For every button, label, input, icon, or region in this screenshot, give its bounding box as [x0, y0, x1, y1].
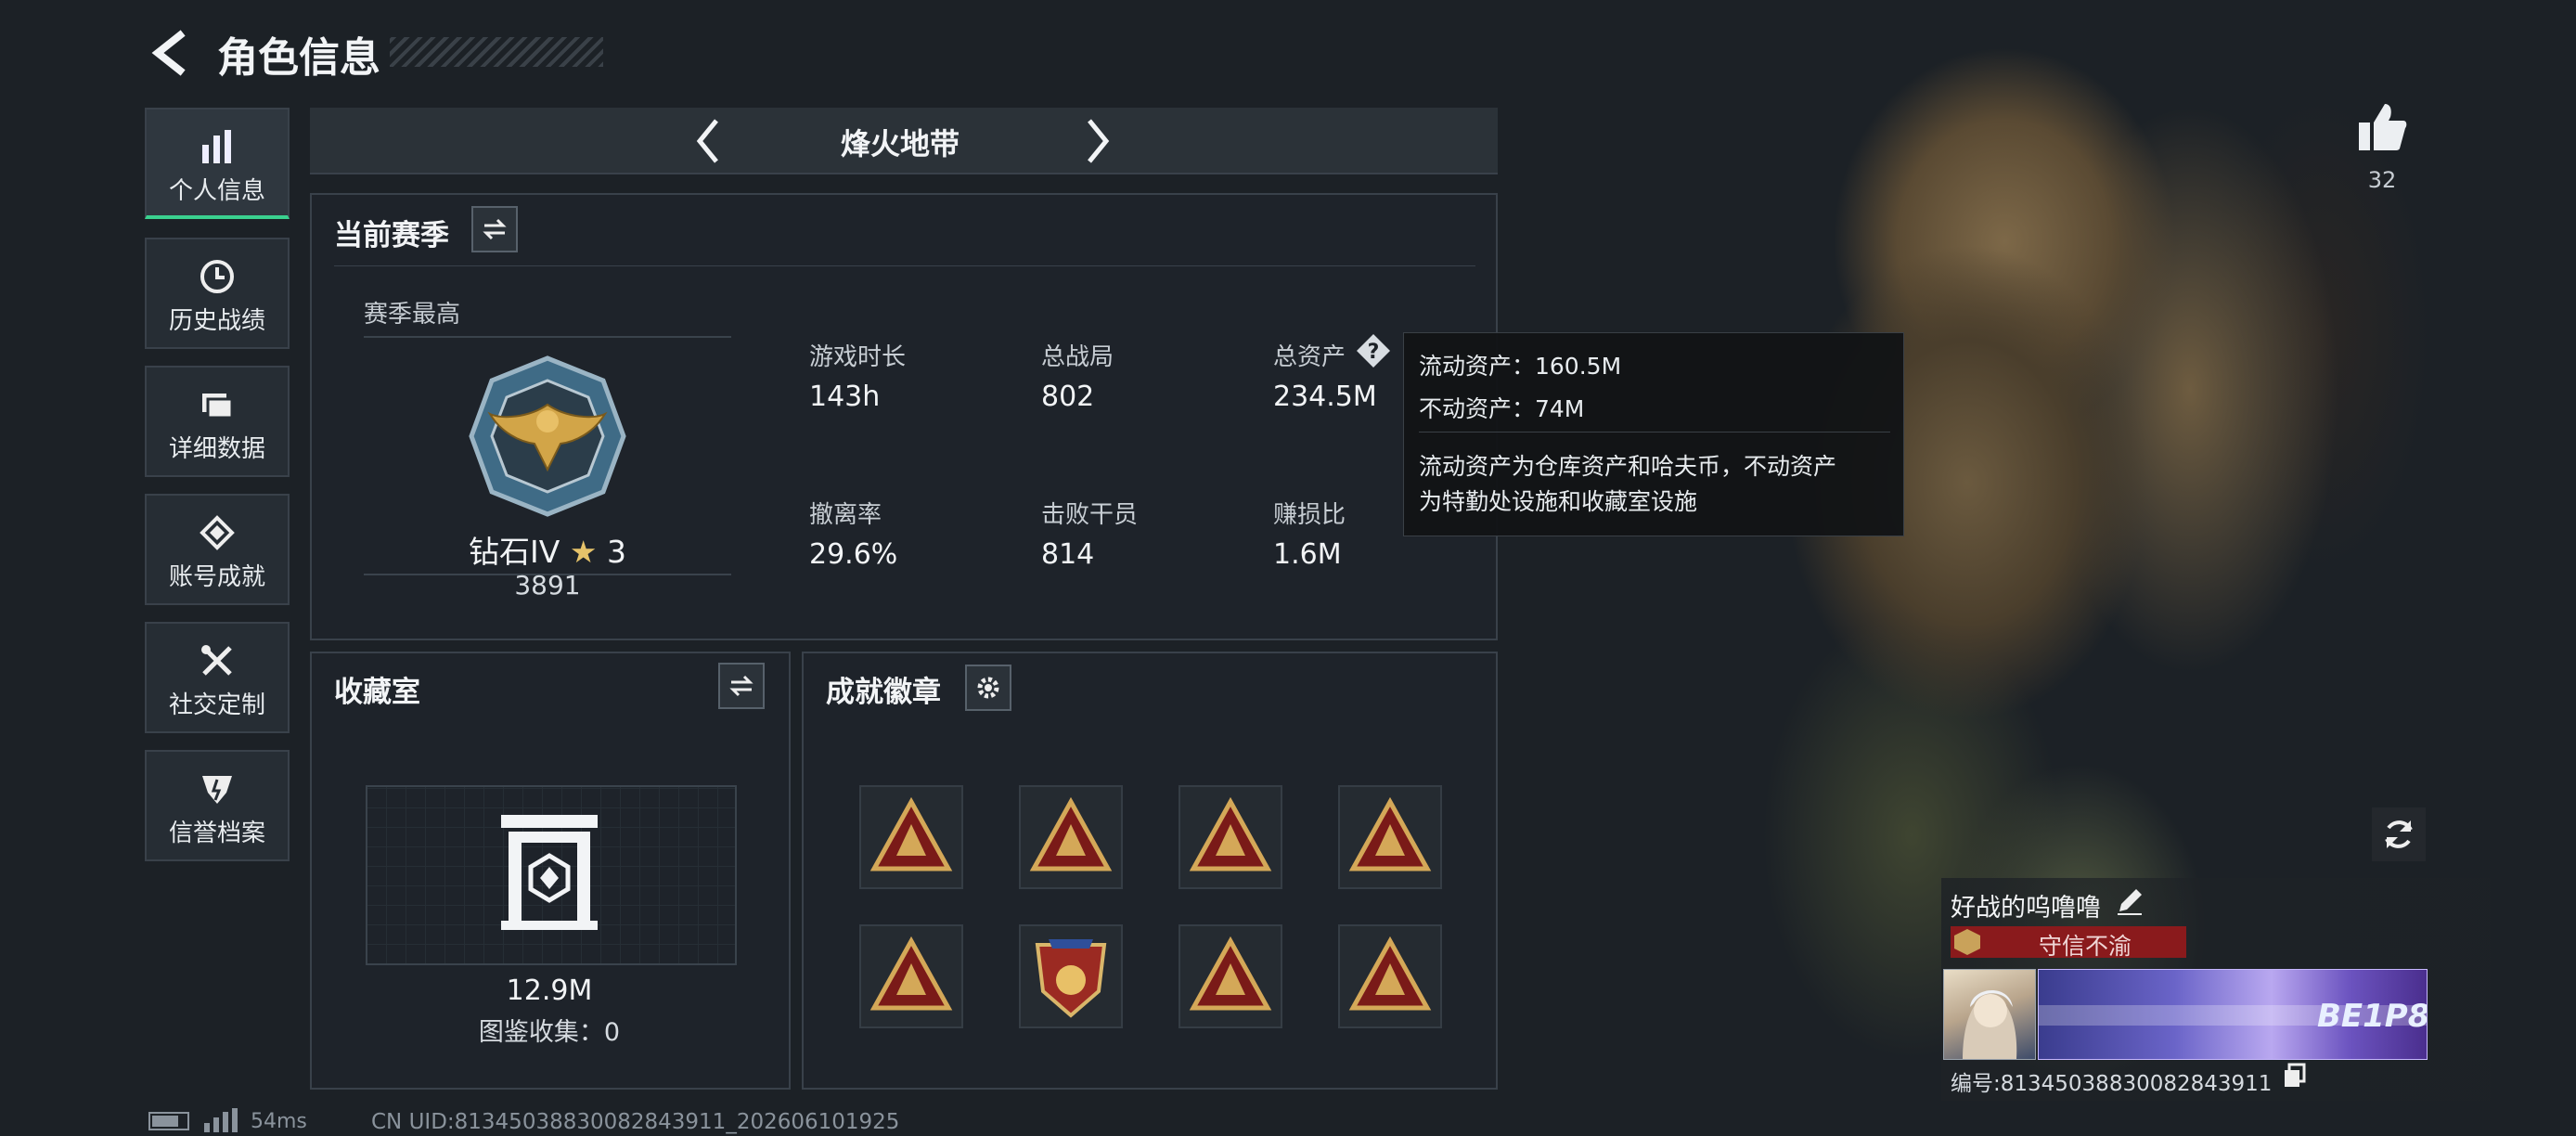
- collection-switch-button[interactable]: [718, 663, 765, 709]
- achievements-settings-button[interactable]: [965, 665, 1011, 711]
- mode-next-button[interactable]: [1076, 113, 1119, 169]
- sidebar-item-social[interactable]: 社交定制: [145, 622, 290, 733]
- avatar[interactable]: [1943, 969, 2036, 1060]
- triangle-badge-icon: [1189, 796, 1272, 871]
- stat-label-matches: 总战局: [1041, 343, 1114, 371]
- stat-label-extract-rate: 撤离率: [809, 501, 882, 529]
- stat-value-profit-ratio: 1.6M: [1273, 538, 1342, 571]
- assets-help-icon[interactable]: ?: [1355, 332, 1392, 369]
- like-count: 32: [2367, 167, 2397, 193]
- shield-badge-icon: [1035, 939, 1107, 1018]
- stat-value-extract-rate: 29.6%: [809, 538, 898, 571]
- tooltip-description-line1: 流动资产为仓库资产和哈夫币，不动资产: [1419, 453, 1837, 480]
- stat-label-playtime: 游戏时长: [809, 343, 907, 371]
- edit-nickname-icon[interactable]: [2114, 885, 2145, 917]
- rank-name-row: 钻石IV ★ 3: [364, 527, 731, 572]
- triangle-badge-icon: [1348, 936, 1432, 1011]
- mode-prev-button[interactable]: [687, 113, 729, 169]
- sidebar-item-details[interactable]: 详细数据: [145, 366, 290, 477]
- thumbs-up-icon: [2359, 104, 2407, 150]
- sidebar-item-reputation[interactable]: 信誉档案: [145, 750, 290, 861]
- like-button[interactable]: [2355, 100, 2409, 154]
- season-divider: [334, 265, 1475, 266]
- achievement-badge[interactable]: [1179, 924, 1282, 1028]
- reputation-badge: 守信不渝: [1951, 926, 2186, 960]
- back-button[interactable]: [147, 28, 193, 78]
- reputation-icon: [1954, 929, 1980, 955]
- sidebar-item-label: 历史战绩: [168, 307, 265, 335]
- stat-value-kills: 814: [1041, 538, 1095, 571]
- rank-emblem: [464, 353, 631, 520]
- sidebar-item-label: 账号成就: [168, 563, 265, 591]
- rank-score: 3891: [514, 570, 581, 600]
- mode-label: 烽火地带: [840, 126, 960, 161]
- stat-value-playtime: 143h: [809, 381, 881, 413]
- triangle-badge-icon: [1348, 796, 1432, 871]
- season-best-label: 赛季最高: [364, 301, 461, 329]
- vault-icon: [497, 811, 601, 934]
- rank-name: 钻石IV: [469, 534, 560, 570]
- achievement-badge[interactable]: [859, 785, 963, 889]
- clock-icon: [147, 252, 288, 299]
- achievement-badge[interactable]: [859, 924, 963, 1028]
- tooltip-liquid-assets: 流动资产：160.5M: [1419, 353, 1622, 380]
- sidebar-item-achievements[interactable]: 账号成就: [145, 494, 290, 605]
- svg-text:?: ?: [1368, 341, 1380, 364]
- collection-title: 收藏室: [334, 676, 420, 709]
- battery-icon: [148, 1112, 189, 1130]
- triangle-badge-icon: [869, 796, 953, 871]
- triangle-badge-icon: [869, 936, 953, 1011]
- shield-icon: [147, 765, 288, 811]
- achievement-badge[interactable]: [1019, 785, 1123, 889]
- sidebar-item-label: 详细数据: [168, 435, 265, 463]
- triangle-badge-icon: [1189, 936, 1272, 1011]
- season-title: 当前赛季: [334, 219, 449, 252]
- copy-icon[interactable]: [2281, 1062, 2309, 1090]
- player-id: 编号:81345038830082843911: [1951, 1072, 2273, 1096]
- achievement-badge[interactable]: [1338, 785, 1442, 889]
- player-nickname: 好战的呜噜噜: [1951, 894, 2101, 923]
- sidebar-item-personal-info[interactable]: 个人信息: [145, 108, 290, 219]
- stat-label-profit-ratio: 赚损比: [1273, 501, 1346, 529]
- assets-tooltip: 流动资产：160.5M 不动资产：74M 流动资产为仓库资产和哈夫币，不动资产 …: [1403, 332, 1904, 536]
- rotate-model-button[interactable]: [2372, 807, 2426, 861]
- triangle-badge-icon: [1029, 796, 1113, 871]
- reputation-label: 守信不渝: [2038, 933, 2132, 960]
- stat-label-kills: 击败干员: [1041, 501, 1139, 529]
- sidebar-item-label: 个人信息: [168, 177, 265, 205]
- sidebar-item-label: 信誉档案: [168, 820, 265, 847]
- tooltip-fixed-assets: 不动资产：74M: [1419, 395, 1585, 422]
- ping-text: 54ms: [251, 1110, 307, 1133]
- star-icon: ★: [569, 534, 598, 570]
- stat-value-assets: 234.5M: [1273, 381, 1377, 413]
- medal-icon: [147, 509, 288, 555]
- banner-text: BE1P8: [2317, 998, 2428, 1035]
- sidebar-item-history[interactable]: 历史战绩: [145, 238, 290, 349]
- refresh-icon: [2385, 820, 2413, 848]
- sidebar-item-label: 社交定制: [168, 691, 265, 719]
- tooltip-description-line2: 为特勤处设施和收藏室设施: [1419, 488, 1698, 515]
- title-hatch: [390, 37, 603, 67]
- page-title: 角色信息: [217, 34, 380, 82]
- uid-text: CN UID:81345038830082843911_202606101925: [371, 1110, 900, 1134]
- achievement-badge[interactable]: [1179, 785, 1282, 889]
- bar-chart-icon: [147, 123, 288, 169]
- name-card-banner[interactable]: BE1P8: [2038, 969, 2428, 1060]
- tools-icon: [147, 637, 288, 683]
- stat-value-matches: 802: [1041, 381, 1095, 413]
- collection-value: 12.9M: [506, 975, 593, 1007]
- season-switch-button[interactable]: [471, 206, 518, 252]
- rank-stars: 3: [606, 534, 626, 570]
- stat-label-assets: 总资产: [1273, 343, 1346, 371]
- achievements-title: 成就徽章: [826, 676, 941, 709]
- signal-icon: [202, 1108, 239, 1132]
- achievement-badge[interactable]: [1019, 924, 1123, 1028]
- achievement-badge[interactable]: [1338, 924, 1442, 1028]
- collection-count: 图鉴收集：0: [478, 1018, 621, 1047]
- folder-icon: [147, 381, 288, 427]
